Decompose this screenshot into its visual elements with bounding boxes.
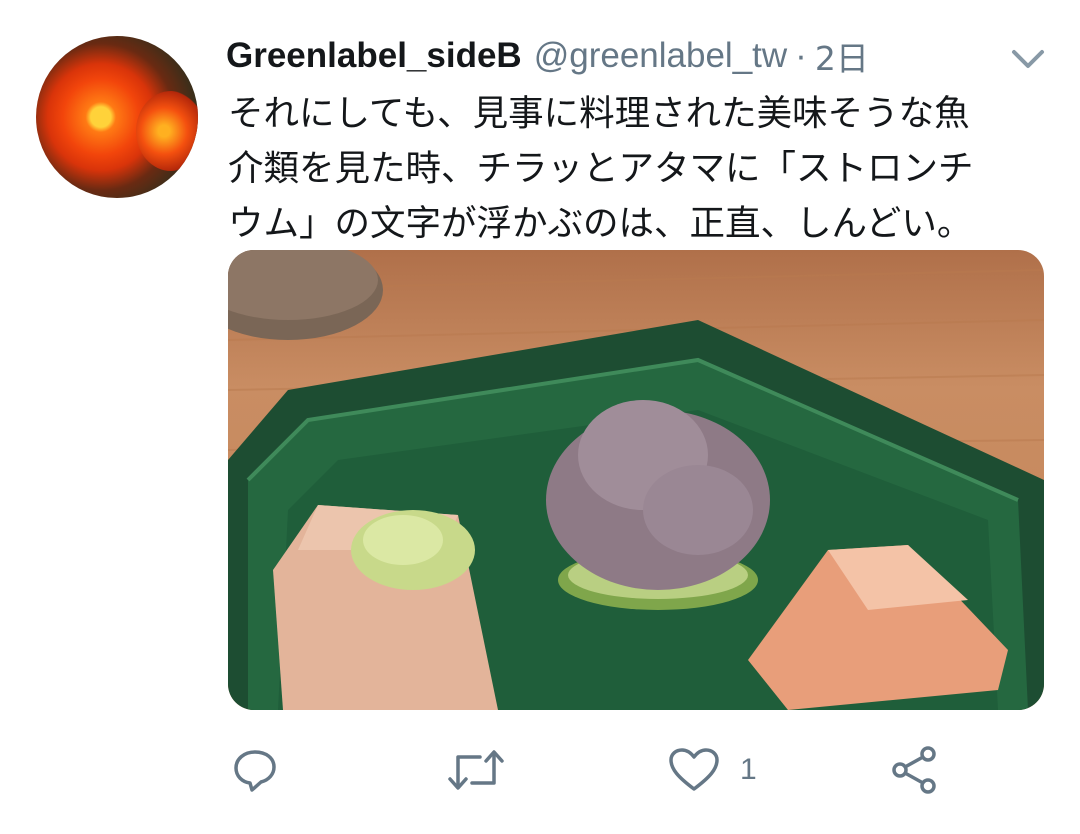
tweet-photo[interactable] <box>228 250 1044 710</box>
share-button[interactable] <box>890 740 940 800</box>
retweet-icon <box>448 750 504 790</box>
tweet-text-line: ウム」の文字が浮かぶのは、正直、しんどい。 <box>228 203 973 244</box>
tweet-text: それにしても、見事に料理された美味そうな魚 介類を見た時、チラッとアタマに「スト… <box>228 86 1048 251</box>
share-icon <box>892 746 936 794</box>
heart-icon <box>669 748 719 791</box>
display-name[interactable]: Greenlabel_sideB <box>226 36 522 76</box>
reply-button[interactable] <box>232 740 278 800</box>
avatar-flower-image <box>136 91 198 171</box>
timestamp[interactable]: 2日 <box>815 32 869 80</box>
avatar[interactable] <box>36 36 198 198</box>
user-handle[interactable]: @greenlabel_tw <box>534 36 787 76</box>
like-count: 1 <box>740 753 757 786</box>
chevron-down-icon[interactable] <box>1010 44 1046 74</box>
retweet-button[interactable] <box>448 740 504 800</box>
tweet-text-line: それにしても、見事に料理された美味そうな魚 <box>228 93 970 134</box>
tweet-text-line: 介類を見た時、チラッとアタマに「ストロンチ <box>228 148 974 189</box>
tweet-actions: 1 <box>0 740 1080 800</box>
tweet-header: Greenlabel_sideB @greenlabel_tw · 2日 <box>226 34 986 78</box>
like-button[interactable]: 1 <box>668 740 757 800</box>
reply-icon <box>234 750 276 792</box>
food-photo-illustration <box>228 250 1044 710</box>
separator-dot: · <box>795 36 807 75</box>
